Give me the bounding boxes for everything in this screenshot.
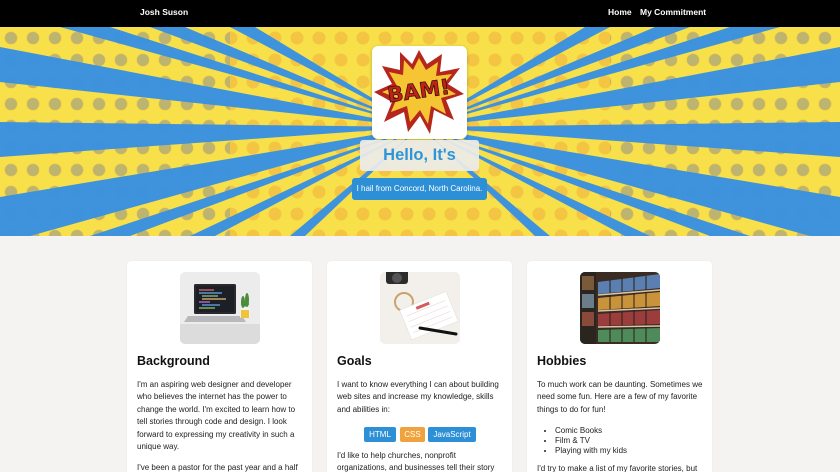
card-text-goals-2: I'd like to help churches, nonprofit org… [337, 451, 495, 472]
list-item: Film & TV [555, 436, 627, 446]
hero-banner: BAM! Hello, It's Josh. I hail from Conco… [0, 27, 840, 236]
card-text-hobbies-2: I'd try to make a list of my favorite st… [537, 464, 698, 472]
comic-shelf-photo [580, 272, 660, 344]
list-item: Playing with my kids [555, 446, 627, 456]
hero-title: Hello, It's Josh. [360, 140, 479, 195]
card-text-background-2: I've been a pastor for the past year and… [137, 463, 298, 472]
card-title-background: Background [137, 354, 210, 368]
bam-comic-logo-icon: BAM! [374, 50, 464, 134]
card-goals: Goals I want to know everything I can ab… [327, 261, 512, 472]
tag-html: HTML [364, 427, 396, 442]
navbar: Josh Suson Home My Commitment [0, 0, 840, 27]
tag-javascript: JavaScript [428, 427, 476, 442]
card-title-hobbies: Hobbies [537, 354, 587, 368]
list-item: Comic Books [555, 426, 627, 436]
nav-link-my-commitment[interactable]: My Commitment [640, 7, 706, 17]
card-background: Background I'm an aspiring web designer … [127, 261, 312, 472]
bam-logo-card: BAM! [372, 46, 467, 139]
card-text-goals: I want to know everything I can about bu… [337, 380, 499, 414]
hero-subtitle: I hail from Concord, North Carolina. [352, 178, 487, 200]
card-text-hobbies: To much work can be daunting. Sometimes … [537, 380, 703, 414]
hobby-list: Comic Books Film & TV Playing with my ki… [555, 426, 627, 456]
brand-link[interactable]: Josh Suson [140, 7, 188, 17]
card-text-background: I'm an aspiring web designer and develop… [137, 380, 296, 452]
laptop-photo [180, 272, 260, 344]
nav-link-home[interactable]: Home [608, 7, 632, 17]
tag-css: CSS [400, 427, 425, 442]
notebook-photo [380, 272, 460, 344]
card-hobbies: Hobbies To much work can be daunting. So… [527, 261, 712, 472]
card-title-goals: Goals [337, 354, 372, 368]
